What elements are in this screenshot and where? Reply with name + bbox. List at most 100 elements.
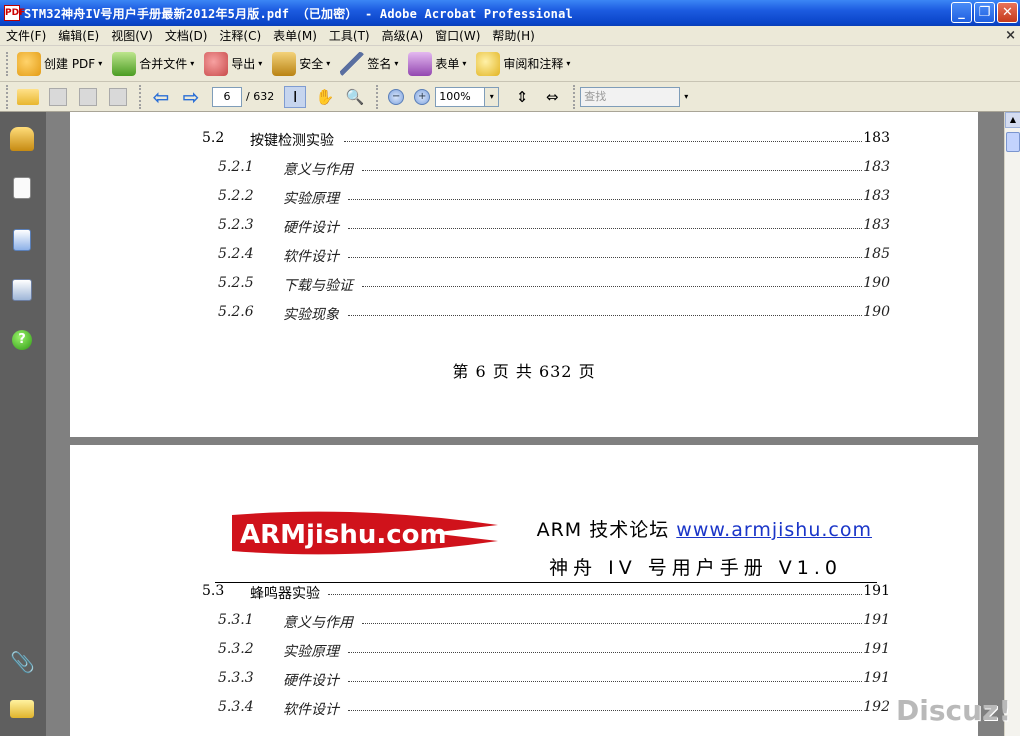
hand-tool-button[interactable]: ✋	[314, 86, 336, 108]
merge-files-button[interactable]: 合并文件 ▾	[108, 50, 198, 78]
toc-page-number: 183	[863, 188, 890, 204]
save-button[interactable]	[77, 86, 99, 108]
menu-window[interactable]: 窗口(W)	[429, 27, 486, 44]
zoom-level-input[interactable]: 100%	[435, 86, 486, 107]
sign-button[interactable]: 签名 ▾	[336, 50, 402, 78]
fit-page-button[interactable]: ⇕	[511, 86, 533, 108]
help-icon[interactable]: ?	[12, 330, 32, 350]
zoom-tool-button[interactable]: 🔍	[344, 86, 366, 108]
toc-entry[interactable]: 5.2.1 意义与作用 183	[70, 159, 978, 179]
toc-entry[interactable]: 5.2.4 软件设计 185	[70, 246, 978, 266]
maximize-button[interactable]: ❐	[974, 2, 995, 23]
review-comment-button[interactable]: 审阅和注释 ▾	[472, 50, 574, 78]
toc-number: 5.2.3	[218, 217, 254, 233]
select-tool-button[interactable]: I	[284, 85, 307, 108]
menu-advanced[interactable]: 高级(A)	[376, 27, 430, 44]
email-icon	[109, 87, 127, 106]
menu-tools[interactable]: 工具(T)	[323, 27, 376, 44]
bookmarks-icon[interactable]	[13, 229, 31, 251]
close-document-button[interactable]: ×	[1005, 28, 1016, 43]
toc-page-number: 191	[863, 670, 890, 686]
toc-entry[interactable]: 5.2.2 实验原理 183	[70, 188, 978, 208]
toc-leader	[348, 699, 862, 711]
toc-page-number: 191	[863, 612, 890, 628]
navigation-toolbar: ⇦ ⇨ 6 / 632 I ✋ 🔍 − + 100% ▾ ⇕ ⇔ 查找 ▾	[0, 82, 1020, 112]
open-button[interactable]	[17, 86, 39, 108]
zoom-in-button[interactable]: +	[414, 88, 431, 105]
toc-number: 5.3.2	[218, 641, 254, 657]
secure-button[interactable]: 安全 ▾	[268, 50, 334, 78]
find-dropdown-button[interactable]: ▾	[684, 92, 688, 101]
comment-bubble-icon	[476, 51, 501, 76]
toc-leader	[362, 275, 862, 287]
toc-entry[interactable]: 5.3.4 软件设计 192	[70, 699, 978, 719]
toc-title: 硬件设计	[283, 220, 339, 236]
chevron-down-icon: ▾	[98, 59, 103, 68]
toc-title: 按键检测实验	[250, 133, 334, 149]
toolbar-grip[interactable]	[139, 84, 142, 109]
export-button[interactable]: 导出 ▾	[200, 50, 266, 78]
menu-comments[interactable]: 注释(C)	[213, 27, 267, 44]
menu-help[interactable]: 帮助(H)	[486, 27, 540, 44]
zoom-dropdown-button[interactable]: ▾	[485, 86, 500, 107]
toc-entry[interactable]: 5.2.3 硬件设计 183	[70, 217, 978, 237]
toc-page-number: 183	[863, 159, 890, 175]
next-page-button[interactable]: ⇨	[180, 85, 202, 109]
toc-leader	[348, 246, 862, 258]
tasks-toolbar: 创建 PDF ▾ 合并文件 ▾ 导出 ▾ 安全 ▾ 签名 ▾ 表单 ▾ 审阅和注…	[0, 46, 1020, 82]
page-number-input[interactable]: 6	[212, 86, 242, 107]
menu-file[interactable]: 文件(F)	[0, 27, 52, 44]
pdf-page: ARMjishu.com ARM 技术论坛 www.armjishu.com 神…	[70, 445, 978, 736]
toc-entry[interactable]: 5.2.6 实验现象 190	[70, 304, 978, 324]
toc-number: 5.2.5	[218, 275, 254, 291]
merge-files-label: 合并文件	[139, 57, 188, 71]
security-lock-icon[interactable]	[10, 127, 34, 151]
close-button[interactable]: ✕	[997, 2, 1018, 23]
acrobat-icon: PDF	[4, 5, 25, 21]
navigation-pane: ? 📎	[0, 112, 46, 736]
document-view[interactable]: 5.2 按键检测实验 183 5.2.1 意义与作用 183 5.2.2 实验原…	[46, 112, 978, 736]
toolbar-grip[interactable]	[6, 84, 9, 109]
toc-entry[interactable]: 5.2 按键检测实验 183	[70, 130, 978, 150]
menu-document[interactable]: 文档(D)	[159, 27, 214, 44]
print-button[interactable]	[47, 86, 69, 108]
toc-number: 5.2.4	[218, 246, 254, 262]
previous-page-button[interactable]: ⇦	[150, 85, 172, 109]
toolbar-grip[interactable]	[376, 84, 379, 109]
email-button[interactable]	[107, 86, 129, 108]
toolbar-grip[interactable]	[573, 84, 576, 109]
forum-link[interactable]: www.armjishu.com	[676, 519, 872, 541]
comments-icon[interactable]	[10, 700, 34, 718]
attachment-icon[interactable]: 📎	[10, 650, 35, 674]
menu-forms[interactable]: 表单(M)	[267, 27, 323, 44]
pdf-page: 5.2 按键检测实验 183 5.2.1 意义与作用 183 5.2.2 实验原…	[70, 112, 978, 437]
review-comment-label: 审阅和注释	[503, 57, 564, 71]
signatures-icon[interactable]	[12, 279, 32, 301]
fit-width-button[interactable]: ⇔	[541, 86, 563, 108]
toc-entry[interactable]: 5.3 蜂鸣器实验 191	[70, 583, 978, 603]
menu-bar: 文件(F) 编辑(E) 视图(V) 文档(D) 注释(C) 表单(M) 工具(T…	[0, 26, 1020, 46]
manual-title: 神舟 IV 号用户手册 V1.0	[549, 557, 842, 579]
toolbar-grip[interactable]	[6, 51, 9, 76]
create-pdf-button[interactable]: 创建 PDF ▾	[13, 50, 106, 78]
toc-leader	[328, 583, 862, 595]
toc-title: 软件设计	[283, 249, 339, 265]
document-margin	[978, 112, 1004, 736]
forms-button[interactable]: 表单 ▾	[404, 50, 470, 78]
scroll-thumb[interactable]	[1006, 132, 1020, 152]
minimize-button[interactable]: _	[951, 2, 972, 23]
pages-icon[interactable]	[13, 177, 31, 199]
scroll-up-button[interactable]: ▲	[1005, 112, 1020, 128]
menu-view[interactable]: 视图(V)	[105, 27, 159, 44]
toc-entry[interactable]: 5.3.1 意义与作用 191	[70, 612, 978, 632]
toc-entry[interactable]: 5.3.2 实验原理 191	[70, 641, 978, 661]
vertical-scrollbar[interactable]: ▲	[1004, 112, 1020, 736]
menu-edit[interactable]: 编辑(E)	[52, 27, 105, 44]
toc-entry[interactable]: 5.3.3 硬件设计 191	[70, 670, 978, 690]
toc-title: 实验现象	[283, 307, 339, 323]
toc-entry[interactable]: 5.2.5 下载与验证 190	[70, 275, 978, 295]
zoom-out-button[interactable]: −	[388, 88, 405, 105]
toc-page-number: 191	[863, 583, 890, 599]
find-input[interactable]: 查找	[580, 86, 681, 107]
merge-files-icon	[112, 51, 137, 76]
